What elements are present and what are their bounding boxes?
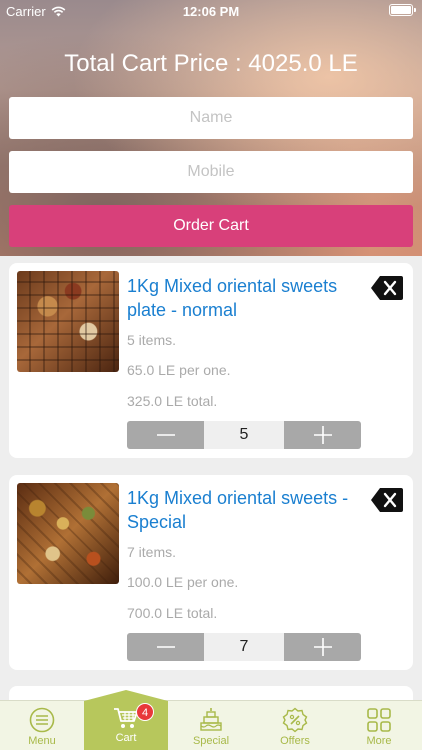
cart-header: Carrier 12:06 PM Total Cart Price : 4025… bbox=[0, 0, 422, 256]
discount-icon bbox=[282, 707, 308, 733]
tab-offers[interactable]: Offers bbox=[253, 701, 337, 750]
tab-more[interactable]: More bbox=[337, 701, 421, 750]
item-count: 7 items. bbox=[127, 544, 177, 560]
minus-icon bbox=[156, 434, 175, 436]
quantity-stepper: 7 bbox=[127, 633, 361, 661]
product-image bbox=[17, 483, 119, 584]
product-title[interactable]: 1Kg Mixed oriental sweets - Special bbox=[127, 486, 357, 534]
plus-icon bbox=[313, 638, 332, 656]
line-total: 325.0 LE total. bbox=[127, 393, 218, 409]
status-bar: Carrier 12:06 PM bbox=[0, 0, 422, 22]
minus-icon bbox=[156, 646, 175, 648]
status-time: 12:06 PM bbox=[182, 4, 240, 19]
mobile-input[interactable] bbox=[9, 151, 413, 193]
tab-menu[interactable]: Menu bbox=[0, 701, 84, 750]
product-image bbox=[17, 271, 119, 372]
order-cart-button[interactable]: Order Cart bbox=[9, 205, 413, 247]
grid-icon bbox=[367, 708, 391, 732]
menu-icon bbox=[29, 707, 55, 733]
total-cart-price: Total Cart Price : 4025.0 LE bbox=[64, 50, 358, 77]
name-input[interactable] bbox=[9, 97, 413, 139]
quantity-value: 5 bbox=[204, 421, 284, 449]
product-title[interactable]: 1Kg Mixed oriental sweets plate - normal bbox=[127, 274, 357, 322]
tab-label: More bbox=[366, 735, 392, 747]
quantity-value: 7 bbox=[204, 633, 284, 661]
tab-label: Menu bbox=[28, 735, 56, 747]
decrease-button[interactable] bbox=[127, 421, 204, 449]
tab-label: Offers bbox=[280, 735, 310, 747]
cart-item-card: 1Kg Mixed oriental sweets plate - normal… bbox=[9, 263, 413, 458]
quantity-stepper: 5 bbox=[127, 421, 361, 449]
cart-icon bbox=[114, 708, 138, 728]
delete-icon[interactable] bbox=[370, 275, 404, 301]
increase-button[interactable] bbox=[284, 421, 361, 449]
tab-label: Cart bbox=[115, 732, 137, 744]
tab-special[interactable]: Special bbox=[169, 701, 253, 750]
item-count: 5 items. bbox=[127, 332, 177, 348]
delete-icon[interactable] bbox=[370, 487, 404, 513]
line-total: 700.0 LE total. bbox=[127, 605, 218, 621]
cart-item-card: 1Kg Mixed oriental sweets - Special 7 it… bbox=[9, 475, 413, 670]
plus-icon bbox=[313, 426, 332, 444]
decrease-button[interactable] bbox=[127, 633, 204, 661]
tab-cart[interactable]: Cart 4 bbox=[84, 690, 168, 750]
cake-icon bbox=[200, 708, 222, 731]
unit-price: 100.0 LE per one. bbox=[127, 574, 239, 590]
increase-button[interactable] bbox=[284, 633, 361, 661]
battery-icon bbox=[389, 4, 416, 16]
unit-price: 65.0 LE per one. bbox=[127, 362, 231, 378]
tab-bar: Menu Cart 4 Special Offers More bbox=[0, 690, 422, 750]
cart-count-badge: 4 bbox=[136, 703, 154, 721]
tab-label: Special bbox=[192, 735, 230, 747]
